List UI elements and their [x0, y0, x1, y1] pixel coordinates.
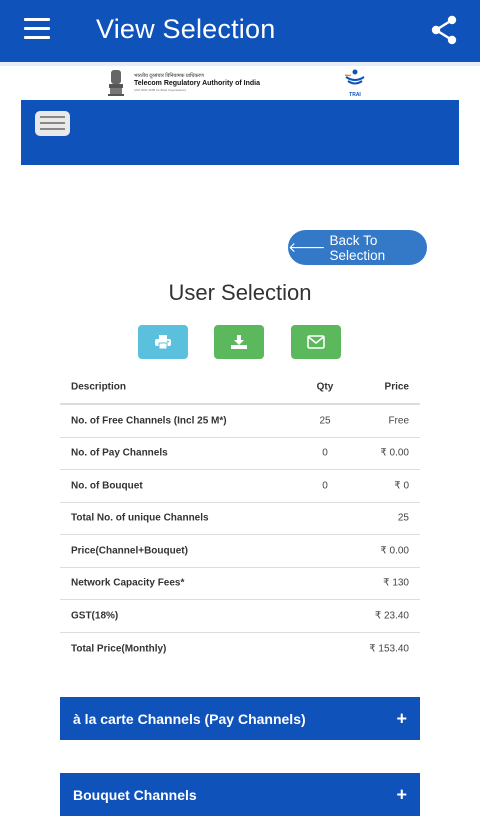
row-description: Network Capacity Fees*	[71, 577, 185, 589]
row-price: ₹ 0	[394, 480, 409, 492]
table-row: Total No. of unique Channels 25	[60, 503, 420, 535]
table-header-row: Description Qty Price	[60, 370, 420, 405]
row-description: No. of Free Channels (Incl 25 M*)	[71, 415, 227, 427]
back-button-label: Back To Selection	[329, 232, 386, 263]
app-bar: View Selection	[0, 0, 480, 62]
trai-logo-icon	[344, 69, 365, 85]
row-description: GST(18%)	[71, 610, 119, 622]
row-qty: 25	[319, 415, 331, 427]
table-row: GST(18%) ₹ 23.40	[60, 600, 420, 633]
row-price: ₹ 23.40	[374, 610, 409, 622]
header-price: Price	[384, 381, 409, 392]
page-heading: User Selection	[168, 280, 312, 305]
row-qty: 0	[322, 480, 328, 492]
arrow-left-icon: 🡐	[288, 239, 326, 255]
row-price: ₹ 0.00	[380, 545, 409, 557]
table-row: Total Price(Monthly) ₹ 153.40	[60, 633, 420, 666]
hamburger-menu-icon[interactable]	[24, 18, 50, 40]
app-title: View Selection	[96, 14, 276, 44]
trai-logo-caption: TRAI	[349, 92, 361, 98]
trai-logo: TRAI	[340, 69, 370, 98]
row-description: Total No. of unique Channels	[71, 512, 209, 524]
site-nav-bar	[21, 100, 459, 165]
expand-plus-icon[interactable]: +	[396, 784, 407, 805]
table-row: Network Capacity Fees* ₹ 130	[60, 568, 420, 600]
accordion-bouquet-channels[interactable]: Bouquet Channels +	[60, 773, 420, 816]
accordion-pay-channels[interactable]: à la carte Channels (Pay Channels) +	[60, 697, 420, 740]
nav-toggle-button[interactable]	[35, 111, 70, 136]
selection-summary-table: Description Qty Price No. of Free Channe…	[60, 370, 420, 665]
org-name: Telecom Regulatory Authority of India	[134, 80, 261, 87]
row-price: ₹ 130	[383, 577, 409, 589]
header-description: Description	[71, 381, 127, 392]
table-row: No. of Bouquet 0 ₹ 0	[60, 470, 420, 503]
row-qty: 0	[322, 447, 328, 459]
back-to-selection-button[interactable]: 🡐 Back To Selection	[288, 230, 427, 265]
row-description: No. of Pay Channels	[71, 447, 168, 459]
org-title-block: भारतीय दूरसंचार विनियामक प्राधिकरण Telec…	[134, 73, 260, 92]
download-button[interactable]	[214, 325, 264, 359]
row-price: ₹ 153.40	[369, 643, 409, 655]
accordion-label: Bouquet Channels	[73, 786, 197, 803]
row-price: ₹ 0.00	[380, 447, 409, 459]
row-description: No. of Bouquet	[71, 480, 143, 492]
share-icon[interactable]	[430, 15, 458, 45]
expand-plus-icon[interactable]: +	[396, 708, 407, 729]
envelope-icon	[307, 335, 325, 349]
table-row: No. of Pay Channels 0 ₹ 0.00	[60, 438, 420, 470]
national-emblem-icon	[108, 70, 124, 96]
print-button[interactable]	[138, 325, 188, 359]
row-description: Total Price(Monthly)	[71, 643, 167, 655]
table-row: No. of Free Channels (Incl 25 M*) 25 Fre…	[60, 405, 420, 438]
table-row: Price(Channel+Bouquet) ₹ 0.00	[60, 535, 420, 568]
email-button[interactable]	[291, 325, 341, 359]
print-icon	[155, 335, 171, 350]
site-header: भारतीय दूरसंचार विनियामक प्राधिकरण Telec…	[0, 66, 480, 100]
org-subtitle: (ISO 9001:2008 Certified Organisation)	[134, 88, 187, 92]
download-icon	[231, 335, 247, 349]
header-qty: Qty	[316, 381, 334, 392]
accordion-label: à la carte Channels (Pay Channels)	[73, 710, 306, 727]
row-price: Free	[388, 415, 409, 427]
row-description: Price(Channel+Bouquet)	[71, 545, 188, 557]
row-price: 25	[397, 512, 409, 524]
